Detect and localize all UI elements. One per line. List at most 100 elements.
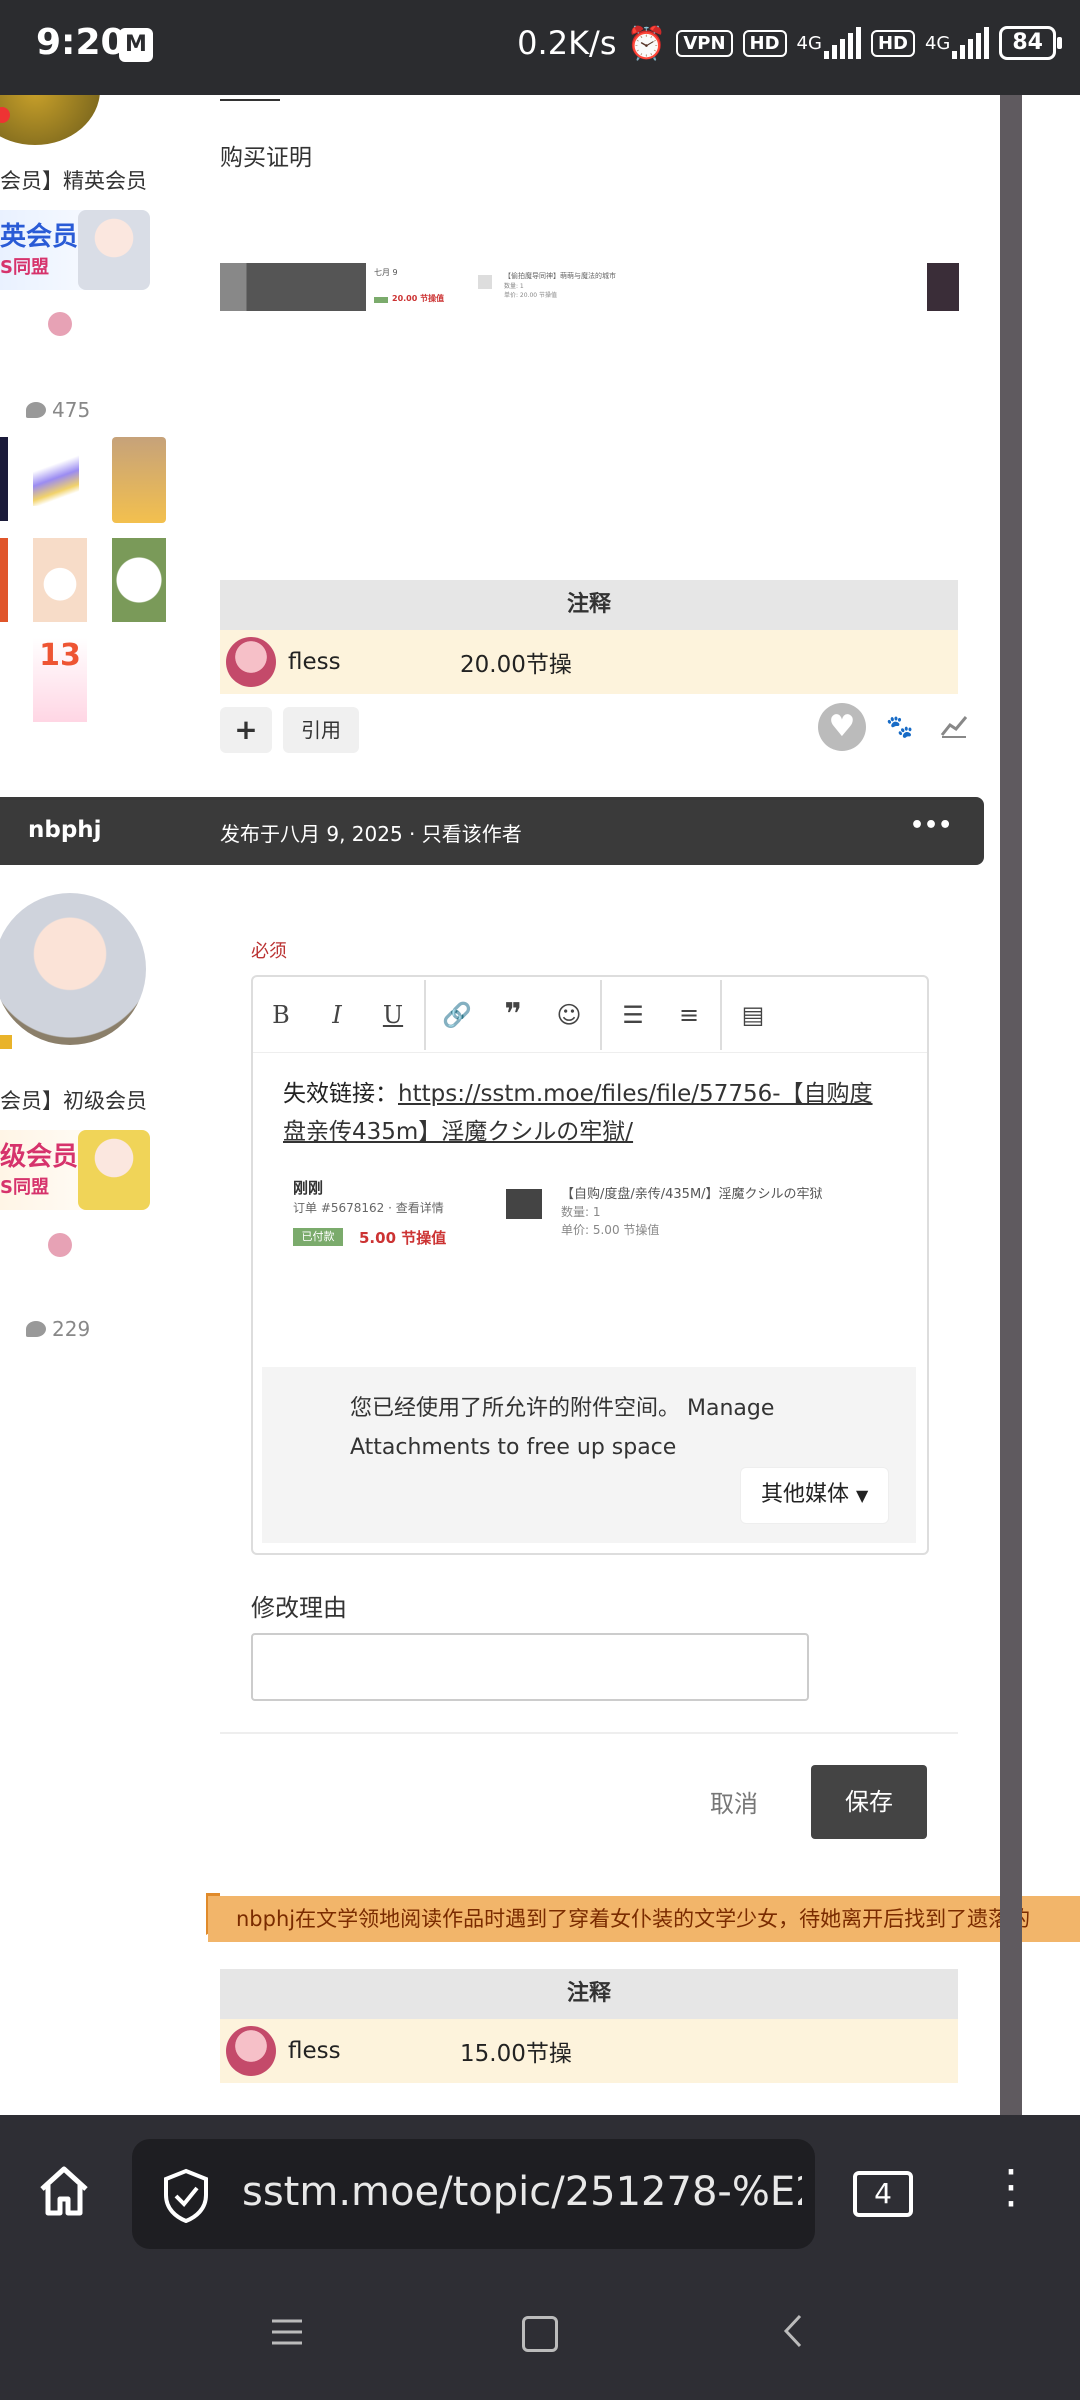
- post-meta[interactable]: 发布于八月 9, 2025 · 只看该作者: [220, 818, 522, 847]
- vpn-badge: VPN: [676, 29, 733, 57]
- save-button[interactable]: 保存: [811, 1765, 927, 1839]
- note-user-avatar-2[interactable]: [226, 2026, 276, 2076]
- status-time: 9:20: [36, 22, 126, 63]
- toolbar-divider: [720, 979, 722, 1050]
- receipt-order: 订单 #5678162 · 查看详情: [293, 1201, 444, 1215]
- author-avatar-2[interactable]: [0, 893, 146, 1045]
- add-button[interactable]: +: [220, 707, 272, 753]
- quote-icon[interactable]: ❞: [485, 997, 541, 1032]
- url-text[interactable]: sstm.moe/topic/251278-%E2: [242, 2169, 802, 2215]
- badge-character-2: [78, 1130, 150, 1210]
- receipt-price-2: 5.00 节操值: [359, 1229, 447, 1247]
- recent-apps-icon[interactable]: [270, 2315, 304, 2349]
- status-right-group: 0.2K/s ⏰ VPN HD 4G HD 4G 84: [517, 24, 1062, 62]
- receipt-item-thumb: [478, 275, 492, 289]
- badge-character: [78, 210, 150, 290]
- tab-count-button[interactable]: 4: [853, 2171, 913, 2217]
- receipt-price: 20.00 节操值: [392, 294, 445, 303]
- editor-text-prefix: 失效链接：: [283, 1081, 398, 1107]
- cut-off-text-line: [220, 95, 280, 101]
- hd-badge-2: HD: [870, 29, 915, 57]
- signal-icon-2: [952, 27, 990, 59]
- note-user-avatar[interactable]: [226, 637, 276, 687]
- comment-icon-2: [26, 1321, 46, 1337]
- achievement-icon-2[interactable]: [33, 450, 79, 506]
- receipt-thumb-image[interactable]: [220, 263, 366, 311]
- achievement-icon-4[interactable]: [0, 538, 8, 622]
- cancel-button[interactable]: 取消: [710, 1784, 758, 1819]
- achievement-icon-1[interactable]: [0, 437, 8, 521]
- member-group-2: 会员】初级会员: [0, 1089, 147, 1113]
- editor-text[interactable]: 失效链接：https://sstm.moe/files/file/57756-【…: [283, 1075, 893, 1151]
- rank-icon: [48, 312, 72, 336]
- note-row: fless 20.00节操: [220, 630, 958, 694]
- notes-header: 注释: [220, 580, 958, 630]
- quote-button[interactable]: 引用: [283, 707, 359, 753]
- alarm-icon: ⏰: [626, 24, 667, 62]
- other-media-label: 其他媒体: [761, 1482, 850, 1507]
- toolbar-divider: [600, 979, 602, 1050]
- other-media-button[interactable]: 其他媒体 ▼: [740, 1467, 890, 1524]
- note-user[interactable]: fless: [288, 649, 460, 675]
- receipt-qty: 数量: 1: [504, 283, 524, 290]
- receipt-qty-2: 数量: 1: [561, 1205, 601, 1219]
- url-bar[interactable]: sstm.moe/topic/251278-%E2: [132, 2139, 815, 2249]
- mail-notification-icon: M: [119, 28, 153, 62]
- proof-label: 购买证明: [220, 145, 312, 171]
- bold-button[interactable]: B: [253, 1001, 309, 1029]
- hd-badge-1: HD: [742, 29, 787, 57]
- source-doc-icon[interactable]: ▤: [725, 1001, 781, 1029]
- achievement-banner[interactable]: nbphj在文学领地阅读作品时遇到了穿着女仆装的文学少女，待她离开后找到了遗落的: [208, 1896, 1080, 1942]
- attachment-message: 您已经使用了所允许的附件空间。 Manage Attachments to fr…: [350, 1396, 775, 1460]
- more-options-icon[interactable]: •••: [910, 813, 952, 838]
- net-speed: 0.2K/s: [517, 24, 617, 62]
- author-avatar[interactable]: [0, 95, 100, 145]
- achievement-icon-5[interactable]: [33, 538, 87, 622]
- divider: [220, 1732, 958, 1734]
- star-badge-icon: [0, 1035, 12, 1049]
- browser-toolbar: sstm.moe/topic/251278-%E2 4 · · ·: [0, 2115, 1080, 2265]
- note-user-2[interactable]: fless: [288, 2038, 460, 2064]
- link-icon[interactable]: 🔗: [429, 1001, 485, 1029]
- receipt-edge-image: [927, 263, 959, 311]
- home-icon[interactable]: [34, 2161, 94, 2221]
- page-content[interactable]: 会员】精英会员 英会员 S同盟 475 13 购买证明 七月 9 20.00 节…: [0, 95, 1080, 2115]
- receipt-item: 【偷拍魔导同神】萌萌与魔法的城市: [504, 272, 616, 280]
- member-badge-image-2: 级会员 S同盟: [0, 1130, 152, 1210]
- heart-reaction-icon[interactable]: ♥: [818, 703, 866, 751]
- required-label: 必须: [251, 941, 287, 962]
- emoji-icon[interactable]: ☺: [541, 1001, 597, 1029]
- rank-icon-2: [48, 1233, 72, 1257]
- underline-button[interactable]: U: [365, 1001, 421, 1029]
- receipt-unit: 单价: 20.00 节操值: [504, 292, 558, 299]
- post-author[interactable]: nbphj: [28, 817, 102, 843]
- rich-text-editor[interactable]: B I U 🔗 ❞ ☺ ☰ ≡ ▤ 失效链接：https://sstm.moe/…: [251, 975, 929, 1555]
- edit-reason-input[interactable]: [251, 1633, 809, 1701]
- home-nav-icon[interactable]: [522, 2316, 558, 2352]
- editor-toolbar: B I U 🔗 ❞ ☺ ☰ ≡ ▤: [253, 977, 927, 1053]
- receipt-paid-badge: [374, 297, 388, 303]
- achievement-icon-3[interactable]: [112, 437, 166, 523]
- stats-chart-icon[interactable]: [940, 711, 968, 739]
- net-type-2: 4G: [924, 32, 951, 54]
- system-nav-bar: [0, 2265, 1080, 2400]
- menu-more-icon[interactable]: · · ·: [1004, 2151, 1018, 2227]
- numbered-list-icon[interactable]: ≡: [661, 1001, 717, 1029]
- achievement-icon-7[interactable]: 13: [33, 638, 87, 722]
- post-count-value-2: 229: [52, 1317, 91, 1341]
- security-shield-icon[interactable]: [160, 2167, 212, 2224]
- post-count-2: 229: [26, 1317, 90, 1341]
- battery-icon: 84: [999, 26, 1062, 60]
- page-scrollbar[interactable]: [1000, 95, 1022, 2115]
- comment-icon: [26, 402, 46, 418]
- paw-icon[interactable]: 🐾: [886, 715, 913, 740]
- note-amount: 20.00节操: [460, 652, 572, 678]
- achievement-icon-6[interactable]: [112, 538, 166, 622]
- italic-button[interactable]: I: [309, 1001, 365, 1029]
- receipt-image[interactable]: 刚刚 订单 #5678162 · 查看详情 已付款 5.00 节操值 【自购/度…: [293, 1177, 853, 1267]
- back-icon[interactable]: [780, 2313, 806, 2349]
- bullet-list-icon[interactable]: ☰: [605, 1001, 661, 1029]
- post-count-value: 475: [52, 398, 91, 422]
- attachment-area: 您已经使用了所允许的附件空间。 Manage Attachments to fr…: [262, 1367, 916, 1543]
- receipt-date-2: 刚刚: [293, 1179, 324, 1197]
